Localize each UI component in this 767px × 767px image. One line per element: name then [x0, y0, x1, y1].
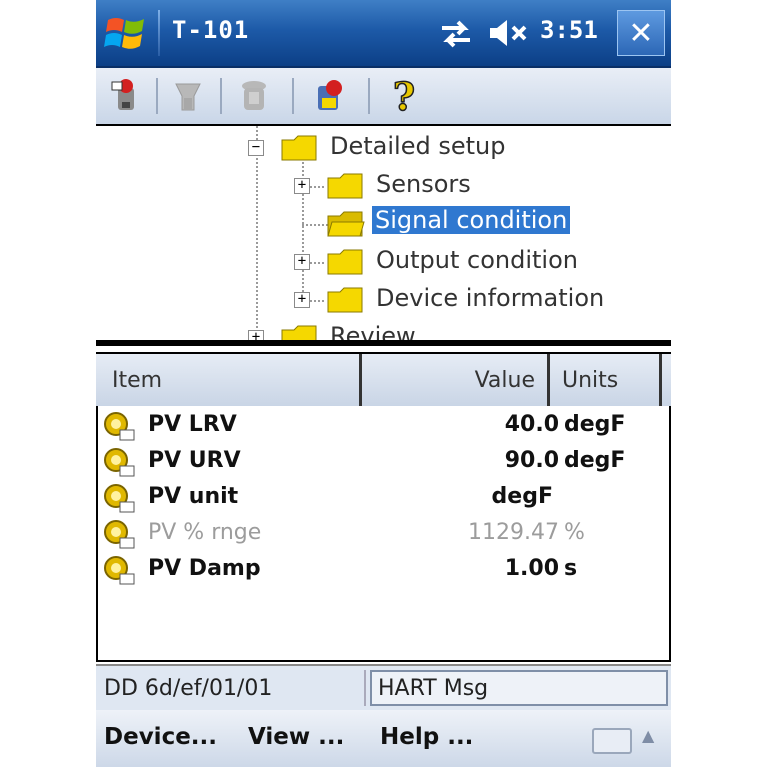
row-value: 1129.47 — [468, 520, 559, 545]
row-units: s — [564, 556, 578, 581]
tree-expander[interactable]: + — [294, 292, 310, 308]
volume-muted-icon[interactable] — [488, 18, 532, 52]
tree-expander[interactable]: + — [248, 330, 264, 340]
window-title: T-101 — [172, 16, 250, 44]
toolbar-separator — [220, 78, 222, 114]
row-value: degF — [491, 484, 553, 509]
tag-button-2[interactable] — [232, 74, 276, 118]
parameter-icon — [104, 412, 135, 441]
folder-icon — [327, 249, 363, 275]
pane-splitter[interactable] — [96, 340, 671, 346]
folder-icon — [327, 287, 363, 313]
help-button[interactable]: ? — [382, 73, 426, 120]
tree-guide-line — [310, 300, 324, 302]
tree-item-review[interactable]: Review — [330, 322, 416, 340]
row-name: PV URV — [148, 448, 241, 473]
device-settings-button[interactable] — [308, 74, 352, 118]
folder-icon — [281, 325, 317, 340]
device-settings-icon — [318, 80, 342, 110]
table-row[interactable]: PV % rnge 1129.47 % — [98, 516, 669, 552]
row-name: PV unit — [148, 484, 239, 509]
tree-item-detailed-setup[interactable]: Detailed setup — [330, 132, 505, 160]
table-row[interactable]: PV URV 90.0 degF — [98, 444, 669, 480]
tree-guide-line — [256, 126, 258, 340]
status-bar: DD 6d/ef/01/01 HART Msg — [96, 664, 671, 710]
row-units: degF — [564, 448, 626, 473]
help-icon: ? — [392, 73, 416, 120]
tree-item-sensors[interactable]: Sensors — [376, 170, 471, 198]
tree-item-output-condition[interactable]: Output condition — [376, 246, 578, 274]
tree-guide-line — [310, 186, 324, 188]
table-row[interactable]: PV Damp 1.00 s — [98, 552, 669, 588]
row-units: % — [564, 520, 585, 545]
tree-expander[interactable]: − — [248, 140, 264, 156]
toolbar-separator — [292, 78, 294, 114]
row-name: PV Damp — [148, 556, 261, 581]
column-header-item[interactable]: Item — [96, 354, 362, 406]
row-name: PV % rnge — [148, 520, 262, 545]
row-value: 40.0 — [504, 412, 559, 437]
parameter-icon — [104, 520, 135, 549]
row-value: 1.00 — [504, 556, 559, 581]
device-online-button[interactable] — [104, 74, 148, 118]
toolbar: ? — [96, 68, 671, 126]
toolbar-separator — [368, 78, 370, 114]
tree-guide-line — [310, 262, 324, 264]
menu-help[interactable]: Help ... — [380, 724, 473, 750]
windows-flag-icon — [104, 18, 144, 49]
parameter-icon — [104, 484, 135, 513]
device-online-icon — [111, 79, 134, 110]
dd-version-text: DD 6d/ef/01/01 — [96, 670, 366, 706]
tag-disabled-2-icon — [242, 81, 266, 110]
parameter-icon — [104, 556, 135, 585]
folder-icon — [281, 135, 317, 161]
tree-item-signal-condition[interactable]: Signal condition — [372, 206, 571, 234]
tree-guide-line — [302, 224, 328, 226]
column-header-units[interactable]: Units — [550, 354, 662, 406]
tree-item-device-information[interactable]: Device information — [376, 284, 604, 312]
windows-start-button[interactable] — [102, 8, 152, 58]
hart-message-field[interactable]: HART Msg — [370, 670, 668, 706]
device-screen: T-101 3:51 ✕ ? − Detailed setup + Sensor… — [96, 0, 671, 767]
row-value: 90.0 — [504, 448, 559, 473]
table-row[interactable]: PV unit degF — [98, 480, 669, 516]
parameter-list: PV LRV 40.0 degF PV URV 90.0 degF PV uni… — [96, 406, 671, 662]
folder-icon — [327, 173, 363, 199]
menu-bar: Device... View ... Help ... ▲ — [96, 710, 671, 767]
title-bar: T-101 3:51 ✕ — [96, 0, 671, 68]
row-units: degF — [564, 412, 626, 437]
menu-view[interactable]: View ... — [248, 724, 344, 750]
open-folder-icon — [327, 211, 365, 237]
parameter-icon — [104, 448, 135, 477]
list-header: Item Value Units — [96, 352, 671, 410]
tree-expander[interactable]: + — [294, 178, 310, 194]
tag-button[interactable] — [166, 74, 210, 118]
tag-disabled-icon — [175, 83, 201, 111]
close-button[interactable]: ✕ — [617, 10, 665, 56]
connectivity-icon[interactable] — [438, 18, 474, 52]
column-header-value[interactable]: Value — [362, 354, 550, 406]
row-name: PV LRV — [148, 412, 237, 437]
title-separator — [158, 10, 160, 56]
chevron-up-icon[interactable]: ▲ — [642, 726, 654, 745]
toolbar-separator — [156, 78, 158, 114]
tree-view[interactable]: − Detailed setup + Sensors Signal condit… — [96, 126, 671, 340]
tree-expander[interactable]: + — [294, 254, 310, 270]
keyboard-icon[interactable] — [592, 728, 632, 754]
menu-device[interactable]: Device... — [104, 724, 217, 750]
table-row[interactable]: PV LRV 40.0 degF — [98, 408, 669, 444]
clock: 3:51 — [540, 16, 598, 44]
